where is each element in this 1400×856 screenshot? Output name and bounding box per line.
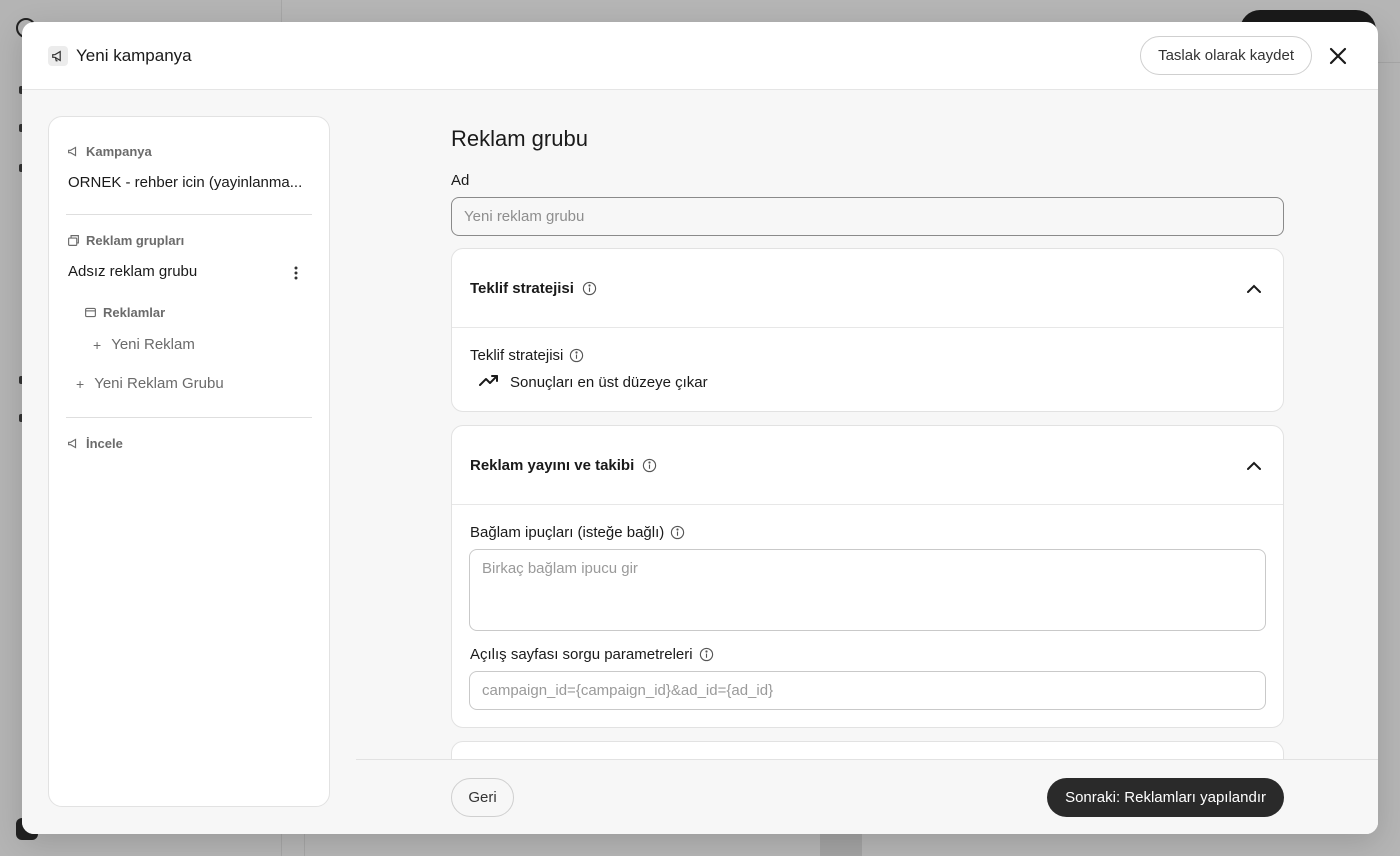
nav-campaign-item[interactable]: ORNEK - rehber icin (yayinlanma...	[68, 174, 308, 191]
name-label: Ad	[451, 172, 470, 189]
info-icon[interactable]	[642, 458, 657, 473]
nav-divider	[66, 417, 312, 418]
modal-title: Yeni kampanya	[76, 45, 192, 65]
nav-section-label: Reklam grupları	[86, 233, 185, 248]
trending-up-icon	[479, 373, 499, 391]
modal-body: Kampanya ORNEK - rehber icin (yayinlanma…	[22, 90, 1378, 834]
stack-icon	[68, 235, 79, 246]
delivery-tracking-card: Reklam yayını ve takibi Bağlam ipuçları …	[451, 425, 1284, 728]
megaphone-icon	[48, 45, 68, 66]
save-draft-button[interactable]: Taslak olarak kaydet	[1140, 36, 1312, 75]
nav-section-review[interactable]: İncele	[67, 436, 123, 451]
info-icon[interactable]	[582, 281, 597, 296]
new-adgroup-link[interactable]: + Yeni Reklam Grubu	[76, 375, 224, 392]
field-label-text: Açılış sayfası sorgu parametreleri	[470, 646, 693, 663]
query-params-label: Açılış sayfası sorgu parametreleri	[470, 646, 714, 663]
context-hints-input[interactable]	[469, 549, 1266, 631]
card-title: Teklif stratejisi	[470, 279, 574, 297]
plus-icon: +	[93, 336, 102, 353]
delivery-tracking-header[interactable]: Reklam yayını ve takibi	[452, 426, 1283, 505]
more-vertical-icon[interactable]	[285, 263, 307, 283]
next-button[interactable]: Sonraki: Reklamları yapılandır	[1047, 778, 1284, 817]
field-label-text: Teklif stratejisi	[470, 347, 564, 364]
info-icon[interactable]	[670, 525, 685, 540]
nav-section-campaign: Kampanya	[67, 144, 152, 159]
nav-section-adgroups: Reklam grupları	[67, 233, 184, 248]
bid-strategy-value-text: Sonuçları en üst düzeye çıkar	[510, 373, 708, 391]
nav-section-label: Kampanya	[86, 144, 152, 159]
nav-section-label: Reklamlar	[103, 305, 166, 320]
nav-section-label: İncele	[86, 436, 123, 451]
new-campaign-modal: Yeni kampanya Taslak olarak kaydet Kampa…	[22, 22, 1378, 834]
ad-icon	[85, 307, 96, 318]
megaphone-icon	[68, 438, 77, 449]
page-title: Reklam grubu	[451, 126, 588, 151]
chevron-up-icon[interactable]	[1243, 277, 1265, 299]
bid-strategy-card: Teklif stratejisi Teklif stratejisi Sonu…	[451, 248, 1284, 412]
megaphone-icon	[68, 146, 77, 157]
close-icon[interactable]	[1324, 42, 1352, 70]
back-button[interactable]: Geri	[451, 778, 514, 817]
bid-strategy-value[interactable]: Sonuçları en üst düzeye çıkar	[479, 373, 708, 391]
adgroup-form: Reklam grubu Ad Teklif stratejisi Teklif…	[356, 90, 1378, 759]
new-adgroup-label: Yeni Reklam Grubu	[94, 375, 224, 392]
info-icon[interactable]	[699, 647, 714, 662]
field-label-text: Bağlam ipuçları (isteğe bağlı)	[470, 524, 665, 541]
modal-footer: Geri Sonraki: Reklamları yapılandır	[356, 759, 1378, 834]
nav-adgroup-item[interactable]: Adsız reklam grubu	[68, 263, 197, 280]
nav-section-ads: Reklamlar	[84, 305, 165, 320]
context-hints-label: Bağlam ipuçları (isteğe bağlı)	[470, 524, 685, 541]
chevron-up-icon[interactable]	[1243, 454, 1265, 476]
bid-strategy-header[interactable]: Teklif stratejisi	[452, 249, 1283, 328]
query-params-input[interactable]	[469, 671, 1266, 710]
campaign-structure-nav: Kampanya ORNEK - rehber icin (yayinlanma…	[48, 116, 330, 807]
info-icon[interactable]	[569, 348, 584, 363]
card-title: Reklam yayını ve takibi	[470, 456, 635, 474]
modal-header: Yeni kampanya Taslak olarak kaydet	[22, 22, 1378, 90]
new-ad-label: Yeni Reklam	[111, 336, 195, 353]
new-ad-link[interactable]: + Yeni Reklam	[93, 336, 195, 353]
plus-icon: +	[76, 375, 85, 392]
nav-divider	[66, 214, 312, 215]
adgroup-name-input[interactable]	[451, 197, 1284, 236]
next-section-card	[451, 741, 1284, 759]
bid-strategy-field-label: Teklif stratejisi	[470, 347, 584, 364]
